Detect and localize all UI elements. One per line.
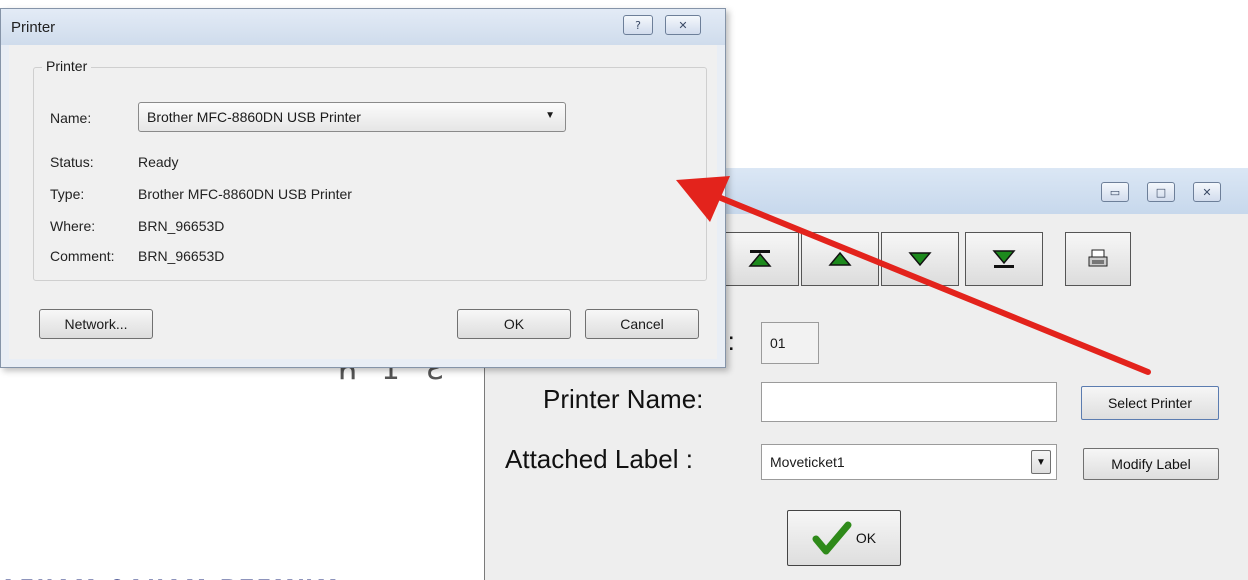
where-value: BRN_96653D xyxy=(138,218,225,234)
status-value: Ready xyxy=(138,154,179,170)
up-arrow-icon xyxy=(828,251,852,266)
help-icon: ? xyxy=(635,18,641,32)
printer-group-label: Printer xyxy=(42,58,92,74)
status-label: Status: xyxy=(50,154,94,170)
comment-label: Comment: xyxy=(50,248,115,264)
checkmark-icon xyxy=(812,521,852,555)
down-arrow-icon xyxy=(908,252,932,267)
printer-groupbox: Printer Name: Brother MFC-8860DN USB Pri… xyxy=(33,58,707,281)
name-label: Name: xyxy=(50,110,92,126)
printer-dialog-body: Printer Name: Brother MFC-8860DN USB Pri… xyxy=(9,45,717,359)
where-label: Where: xyxy=(50,218,96,234)
printer-name-input[interactable] xyxy=(761,382,1057,422)
comment-value: BRN_96653D xyxy=(138,248,225,264)
printer-dialog: Printer ? ✕ Printer Name: Brother MFC-88… xyxy=(0,8,726,368)
print-button[interactable] xyxy=(1065,232,1131,286)
first-record-button[interactable] xyxy=(721,232,799,286)
config-ok-label: OK xyxy=(855,530,877,546)
first-record-icon xyxy=(748,250,772,267)
last-record-icon xyxy=(992,250,1016,268)
attached-label-dropdown-button[interactable]: ▼ xyxy=(1031,450,1051,474)
attached-label-select[interactable]: Moveticket1 xyxy=(761,444,1057,480)
previous-record-button[interactable] xyxy=(801,232,879,286)
dialog-cancel-button[interactable]: Cancel xyxy=(585,309,699,339)
close-window-button[interactable]: ✕ xyxy=(1193,182,1221,202)
chevron-down-icon: ▼ xyxy=(545,110,555,121)
dialog-ok-button[interactable]: OK xyxy=(457,309,571,339)
close-icon: ✕ xyxy=(678,18,688,32)
background-bottom-text: ᴀᴇᴋᴀᴍ ᴄᴀᴋᴀᴍ ᴘᴛᴇᴍᴜᴍ xyxy=(0,560,470,580)
chevron-down-icon: ▼ xyxy=(1036,456,1046,468)
help-button[interactable]: ? xyxy=(623,15,653,35)
printer-name-value: Brother MFC-8860DN USB Printer xyxy=(147,109,361,125)
id-field[interactable]: 01 xyxy=(761,322,819,364)
network-button[interactable]: Network... xyxy=(39,309,153,339)
attached-label-value: Moveticket1 xyxy=(770,454,845,470)
minimize-button[interactable]: ▭ xyxy=(1101,182,1129,202)
printer-name-label: Printer Name: xyxy=(543,384,704,414)
dialog-close-button[interactable]: ✕ xyxy=(665,15,701,35)
printer-dialog-title: Printer xyxy=(11,19,56,36)
config-ok-button[interactable]: OK xyxy=(787,510,901,566)
last-record-button[interactable] xyxy=(965,232,1043,286)
select-printer-button[interactable]: Select Printer xyxy=(1081,386,1219,420)
next-record-button[interactable] xyxy=(881,232,959,286)
modify-label-button[interactable]: Modify Label xyxy=(1083,448,1219,480)
printer-dialog-titlebar: Printer ? ✕ xyxy=(1,9,725,45)
attached-label-label: Attached Label : xyxy=(505,444,693,474)
printer-name-select[interactable]: Brother MFC-8860DN USB Printer ▼ xyxy=(138,102,566,132)
maximize-button[interactable]: □ xyxy=(1147,182,1175,202)
type-label: Type: xyxy=(50,186,85,202)
printer-icon xyxy=(1088,249,1108,267)
type-value: Brother MFC-8860DN USB Printer xyxy=(138,186,352,202)
